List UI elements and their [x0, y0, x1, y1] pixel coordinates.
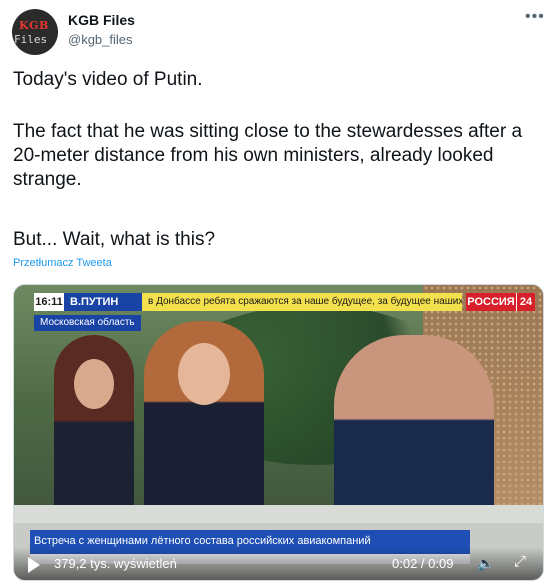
translate-link[interactable]: Przetłumacz Tweeta [13, 257, 112, 269]
channel-logo: РОССИЯ [466, 293, 516, 311]
play-icon[interactable] [28, 557, 40, 573]
avatar-text-bottom: Files [14, 33, 48, 46]
avatar-text-top: KGB [19, 19, 49, 32]
tweet-line-2: The fact that he was sitting close to th… [13, 121, 523, 190]
video-person-2 [144, 321, 264, 521]
view-count: 379,2 tys. wyświetleń [54, 556, 177, 571]
video-time: 0:02 / 0:09 [392, 556, 454, 571]
fullscreen-icon[interactable]: ⤢ [514, 553, 526, 570]
video-player[interactable]: 16:11 В.ПУТИН в Донбассе ребята сражаютс… [13, 284, 544, 581]
author-handle[interactable]: @kgb_files [68, 32, 133, 47]
avatar[interactable]: KGB Files [12, 9, 58, 55]
lower-third-text: Встреча с женщинами лётного состава росс… [34, 535, 371, 547]
channel-number: 24 [516, 293, 535, 311]
author-name[interactable]: KGB Files [68, 12, 135, 28]
tweet-line-3: But... Wait, what is this? [13, 229, 216, 250]
broadcast-region: Московская область [34, 315, 141, 331]
broadcast-name-badge: В.ПУТИН [64, 293, 142, 311]
mute-icon[interactable]: 🔈 [477, 555, 494, 572]
video-person-1 [54, 335, 134, 525]
broadcast-ticker: в Донбассе ребята сражаются за наше буду… [142, 293, 462, 311]
more-horizontal-icon[interactable]: ••• [525, 8, 545, 26]
broadcast-clock: 16:11 [34, 293, 64, 311]
tweet-line-1: Today's video of Putin. [13, 69, 203, 90]
